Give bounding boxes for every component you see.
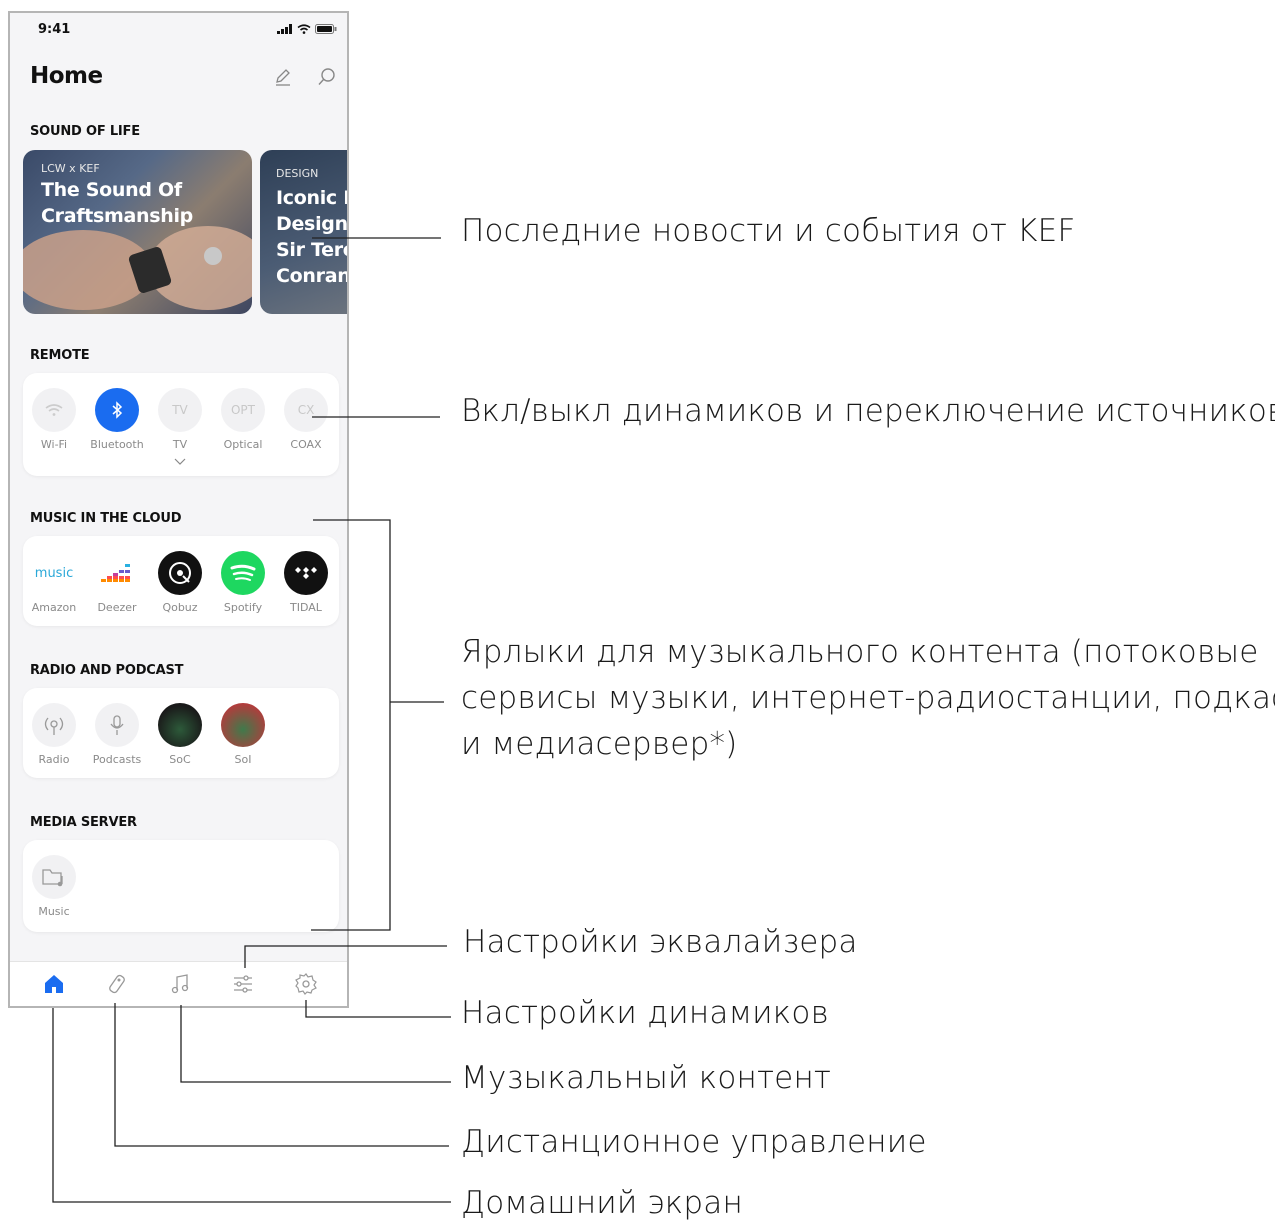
callout-equalizer: Настройки эквалайзера bbox=[463, 924, 858, 960]
callout-shortcuts-line1: Ярлыки для музыкального контента (потоко… bbox=[461, 634, 1259, 670]
callout-lines bbox=[52, 237, 451, 1203]
callout-speaker-settings: Настройки динамиков bbox=[461, 995, 829, 1031]
callout-shortcuts-line3: и медиасервер*) bbox=[461, 726, 738, 762]
callout-remote: Вкл/выкл динамиков и переключение источн… bbox=[461, 393, 1275, 429]
callout-news: Последние новости и события от KEF bbox=[461, 213, 1076, 249]
callout-shortcuts-line2: сервисы музыки, интернет-радиостанции, п… bbox=[461, 680, 1275, 716]
callout-home-screen: Домашний экран bbox=[461, 1185, 743, 1221]
callout-remote-control: Дистанционное управление bbox=[461, 1124, 927, 1160]
callout-music-content: Музыкальный контент bbox=[461, 1060, 832, 1096]
